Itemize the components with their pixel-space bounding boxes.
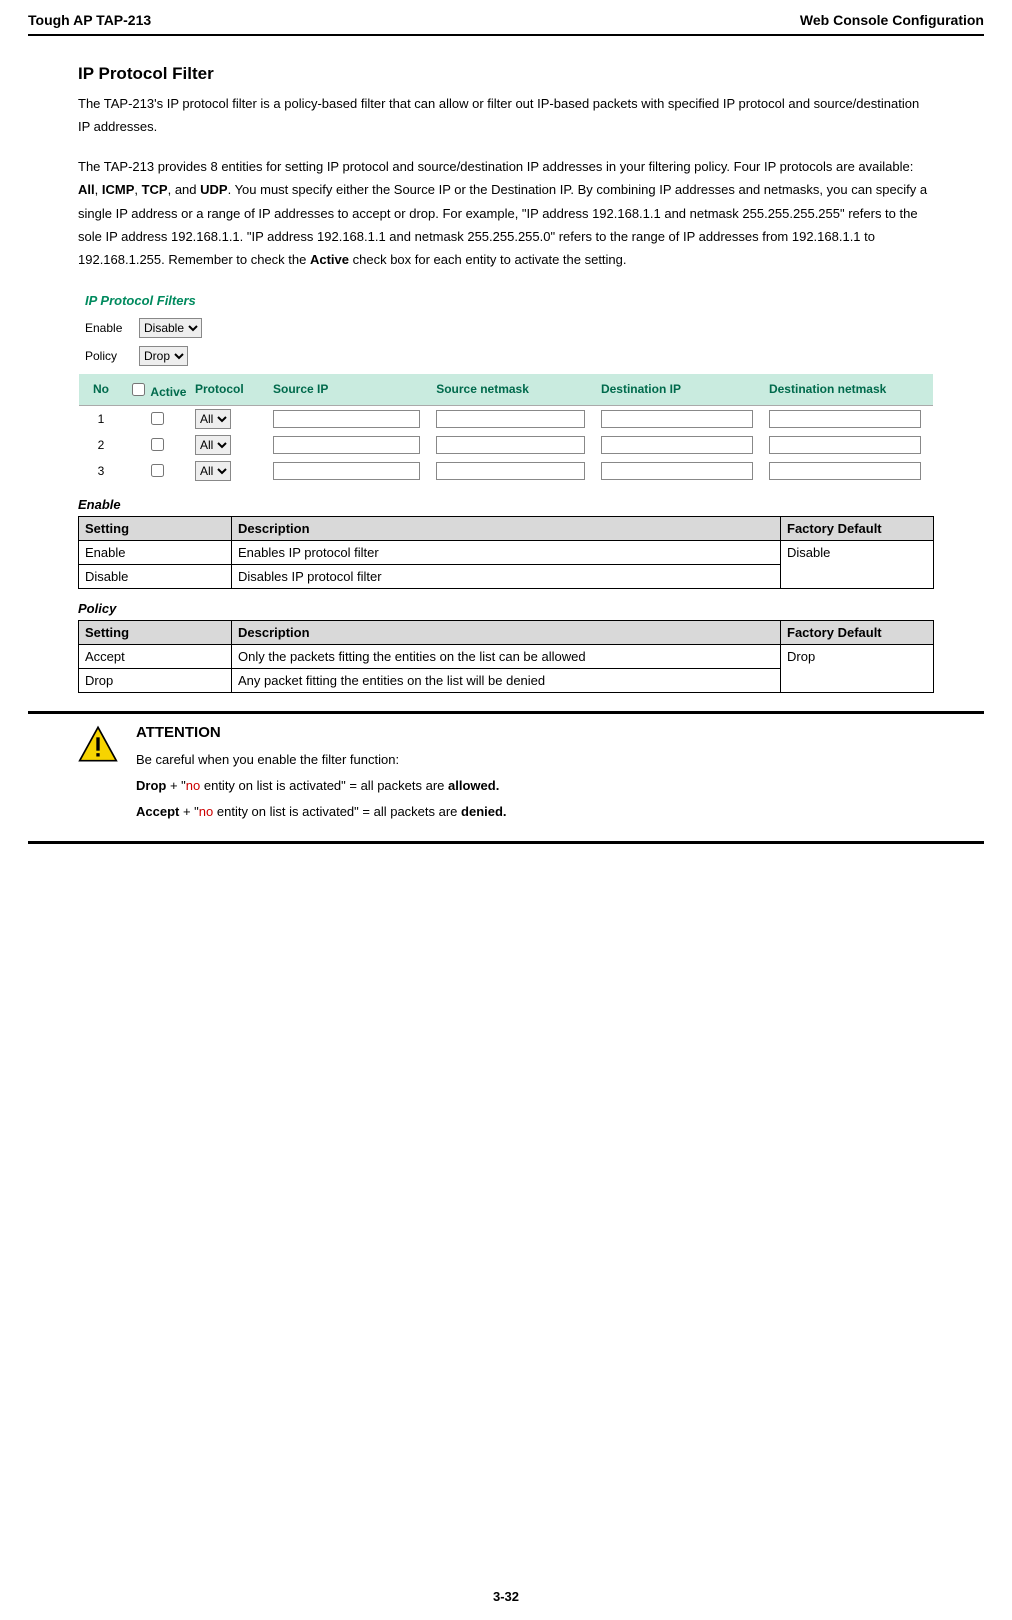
th-dest-mask: Destination netmask: [765, 374, 933, 406]
paragraph-1: The TAP-213's IP protocol filter is a po…: [78, 92, 934, 139]
enable-select[interactable]: Disable: [139, 318, 202, 338]
source-ip-input[interactable]: [273, 462, 420, 480]
protocol-select[interactable]: All: [195, 409, 231, 429]
enable-label: Enable: [85, 321, 129, 335]
source-ip-input[interactable]: [273, 436, 420, 454]
th-source-mask: Source netmask: [432, 374, 597, 406]
th-source-ip: Source IP: [269, 374, 432, 406]
th-default: Factory Default: [781, 620, 934, 644]
policy-table: Setting Description Factory Default Acce…: [78, 620, 934, 693]
section-title: IP Protocol Filter: [78, 64, 934, 84]
attention-box: ATTENTION Be careful when you enable the…: [28, 711, 984, 844]
policy-table-label: Policy: [78, 601, 934, 616]
active-checkbox[interactable]: [151, 412, 164, 425]
dest-mask-input[interactable]: [769, 436, 921, 454]
dest-ip-input[interactable]: [601, 436, 753, 454]
active-checkbox[interactable]: [151, 438, 164, 451]
th-setting: Setting: [79, 516, 232, 540]
page-number: 3-32: [0, 1589, 1012, 1604]
source-mask-input[interactable]: [436, 436, 585, 454]
th-dest-ip: Destination IP: [597, 374, 765, 406]
protocol-select[interactable]: All: [195, 461, 231, 481]
th-no: No: [79, 374, 123, 406]
attention-line2: Drop + "no entity on list is activated" …: [136, 775, 507, 797]
warning-icon: [78, 724, 118, 827]
active-header-checkbox[interactable]: [132, 383, 145, 396]
th-default: Factory Default: [781, 516, 934, 540]
page-header: Tough AP TAP-213 Web Console Configurati…: [28, 12, 984, 36]
dest-mask-input[interactable]: [769, 462, 921, 480]
source-ip-input[interactable]: [273, 410, 420, 428]
attention-line3: Accept + "no entity on list is activated…: [136, 801, 507, 823]
dest-mask-input[interactable]: [769, 410, 921, 428]
active-checkbox[interactable]: [151, 464, 164, 477]
table-row: 3 All: [79, 458, 933, 484]
source-mask-input[interactable]: [436, 410, 585, 428]
dest-ip-input[interactable]: [601, 462, 753, 480]
enable-table-label: Enable: [78, 497, 934, 512]
table-row: 2 All: [79, 432, 933, 458]
header-right: Web Console Configuration: [800, 12, 984, 28]
enable-table: Setting Description Factory Default Enab…: [78, 516, 934, 589]
policy-select[interactable]: Drop: [139, 346, 188, 366]
header-left: Tough AP TAP-213: [28, 12, 151, 28]
ip-filter-panel: IP Protocol Filters Enable Disable Polic…: [78, 288, 934, 485]
panel-title: IP Protocol Filters: [85, 293, 927, 308]
th-setting: Setting: [79, 620, 232, 644]
th-description: Description: [232, 620, 781, 644]
policy-label: Policy: [85, 349, 129, 363]
attention-title: ATTENTION: [136, 724, 507, 741]
paragraph-2: The TAP-213 provides 8 entities for sett…: [78, 155, 934, 272]
table-row: 1 All: [79, 405, 933, 432]
attention-line1: Be careful when you enable the filter fu…: [136, 749, 507, 771]
protocol-select[interactable]: All: [195, 435, 231, 455]
th-active: Active: [123, 374, 191, 406]
dest-ip-input[interactable]: [601, 410, 753, 428]
th-description: Description: [232, 516, 781, 540]
filter-table: No Active Protocol Source IP Source netm…: [79, 374, 933, 484]
th-protocol: Protocol: [191, 374, 269, 406]
source-mask-input[interactable]: [436, 462, 585, 480]
